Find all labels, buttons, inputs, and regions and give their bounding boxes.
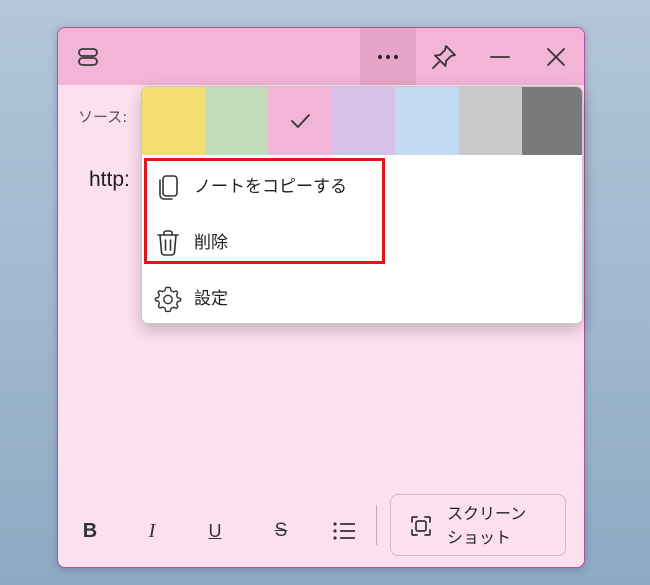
strikethrough-button[interactable]: S <box>261 493 301 567</box>
screenshot-button[interactable]: スクリーン ショット <box>390 494 566 556</box>
color-swatch-blue[interactable] <box>395 87 459 155</box>
menu-item-settings[interactable]: 設定 <box>142 271 582 323</box>
toolbar-divider <box>376 505 377 545</box>
hamburger-icon <box>78 47 98 66</box>
pin-icon <box>432 44 456 69</box>
note-titlebar <box>58 28 584 85</box>
note-list-button[interactable] <box>60 28 116 85</box>
minimize-button[interactable] <box>472 28 528 85</box>
bullet-list-icon <box>333 522 355 540</box>
copy-note-label: ノートをコピーする <box>194 177 347 197</box>
color-swatch-green[interactable] <box>205 87 268 155</box>
color-swatch-yellow[interactable] <box>142 87 205 155</box>
more-options-menu: ノートをコピーする 削除 設定 <box>141 86 583 324</box>
bullet-list-button[interactable] <box>324 493 364 567</box>
color-swatch-charcoal[interactable] <box>522 87 582 155</box>
trash-icon <box>154 229 182 257</box>
strikethrough-label: S <box>274 520 288 541</box>
close-button[interactable] <box>528 28 584 85</box>
note-body-text[interactable]: http: <box>89 168 130 192</box>
pin-button[interactable] <box>416 28 472 85</box>
underline-label: U <box>208 520 222 541</box>
source-label: ソース: <box>78 108 128 126</box>
menu-item-copy-note[interactable]: ノートをコピーする <box>142 159 582 215</box>
color-swatch-pink[interactable] <box>268 87 332 155</box>
settings-label: 設定 <box>194 289 228 309</box>
checkmark-icon <box>291 114 310 128</box>
underline-button[interactable]: U <box>195 493 235 567</box>
bold-label: B <box>82 519 98 542</box>
menu-item-delete[interactable]: 削除 <box>142 215 582 271</box>
screenshot-icon <box>411 516 431 536</box>
color-swatch-gray[interactable] <box>459 87 522 155</box>
more-options-button[interactable] <box>360 28 416 85</box>
gear-icon <box>154 285 182 313</box>
italic-label: I <box>148 519 156 542</box>
close-icon <box>547 47 565 66</box>
delete-label: 削除 <box>194 233 228 253</box>
more-icon <box>378 54 398 59</box>
screenshot-label: スクリーン ショット <box>447 504 527 547</box>
bold-button[interactable]: B <box>70 493 110 567</box>
copy-icon <box>154 173 182 201</box>
color-swatch-purple[interactable] <box>332 87 395 155</box>
minimize-icon <box>490 55 510 58</box>
italic-button[interactable]: I <box>132 493 172 567</box>
color-swatch-row <box>142 87 582 155</box>
